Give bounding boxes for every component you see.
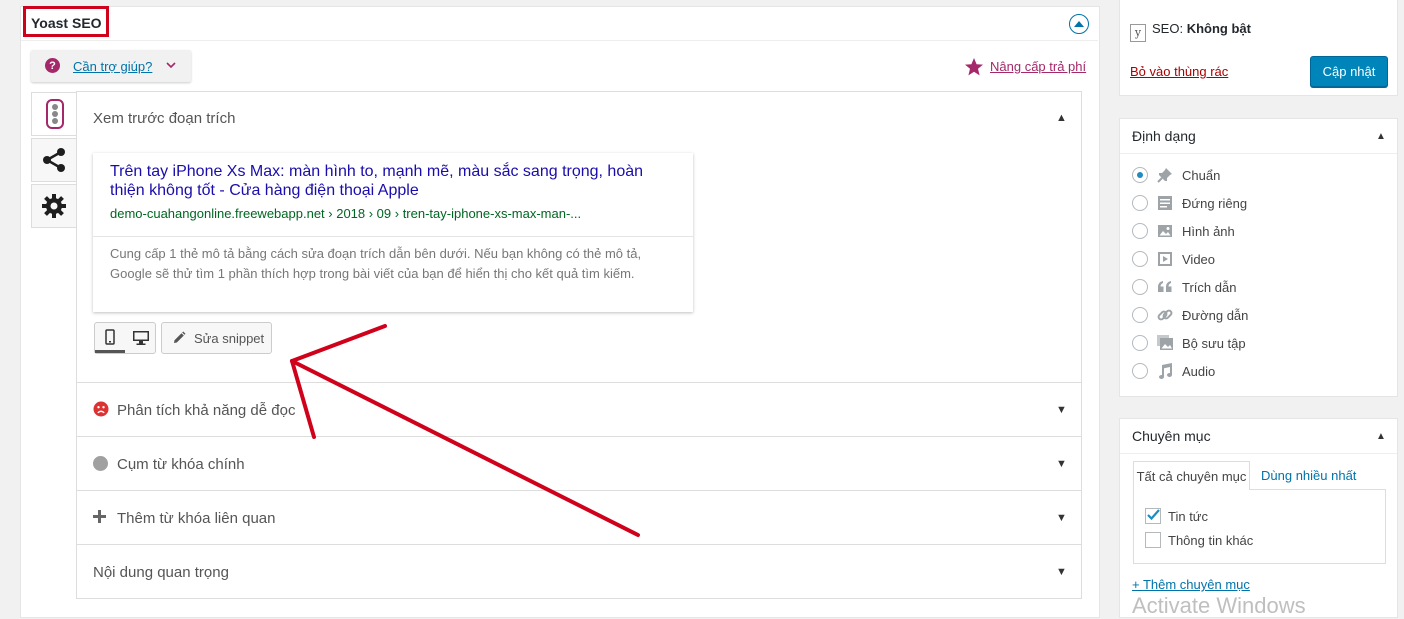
desktop-icon (133, 331, 149, 345)
snippet-preview-heading[interactable]: Xem trước đoạn trích (93, 110, 235, 127)
format-option-label: Đứng riêng (1182, 196, 1248, 211)
format-radio-quote[interactable] (1132, 279, 1148, 295)
category-checkbox-other[interactable] (1145, 532, 1161, 548)
seo-label: SEO: (1152, 21, 1184, 36)
snippet-title[interactable]: Trên tay iPhone Xs Max: màn hình to, mạn… (110, 162, 670, 200)
partial-row (1130, 0, 1133, 6)
tab-seo[interactable] (31, 92, 77, 136)
tab-most-used[interactable]: Dùng nhiều nhất (1261, 468, 1356, 483)
format-radio-video[interactable] (1132, 251, 1148, 267)
format-radio-link[interactable] (1132, 307, 1148, 323)
cornerstone-content-section[interactable]: Nội dung quan trọng (93, 564, 229, 581)
pencil-icon (174, 331, 186, 343)
divider (1120, 153, 1397, 154)
chevron-up-icon (1074, 21, 1084, 27)
edit-snippet-label: Sửa snippet (194, 330, 265, 346)
format-option-label: Video (1182, 252, 1216, 267)
divider (93, 236, 693, 237)
help-link[interactable]: Cần trợ giúp? (73, 59, 152, 74)
divider (21, 40, 1098, 41)
divider (77, 436, 1082, 437)
link-icon (1157, 309, 1173, 321)
triangle-up-icon[interactable]: ▲ (1376, 131, 1386, 142)
triangle-down-icon[interactable]: ▼ (1056, 512, 1067, 524)
format-option-label: Đường dẫn (1182, 308, 1249, 323)
quote-icon (1158, 281, 1172, 292)
related-keyphrase-section[interactable]: Thêm từ khóa liên quan (117, 510, 275, 527)
tab-advanced[interactable] (31, 184, 77, 228)
upgrade-link[interactable]: Nâng cấp trả phí (990, 59, 1086, 74)
chevron-down-icon[interactable] (164, 58, 178, 72)
star-icon (965, 58, 983, 76)
checkmark-icon (1147, 509, 1160, 521)
mobile-preview-button[interactable] (95, 323, 125, 353)
seo-status: y SEO: Không bật (1130, 21, 1251, 42)
pin-icon (1157, 168, 1172, 183)
triangle-down-icon[interactable]: ▼ (1056, 458, 1067, 470)
triangle-up-icon[interactable]: ▲ (1056, 112, 1067, 124)
share-icon (43, 148, 65, 172)
category-checkbox-news[interactable] (1145, 508, 1161, 524)
divider (77, 382, 1082, 383)
format-radio-aside[interactable] (1132, 195, 1148, 211)
video-icon (1158, 252, 1172, 266)
status-dot-icon (93, 456, 108, 471)
divider (77, 544, 1082, 545)
desktop-preview-button[interactable] (126, 323, 156, 353)
format-radio-image[interactable] (1132, 223, 1148, 239)
snippet-description[interactable]: Cung cấp 1 thẻ mô tả bằng cách sửa đoạn … (110, 244, 680, 284)
format-option-label: Chuẩn (1182, 168, 1221, 183)
category-label: Thông tin khác (1168, 533, 1254, 548)
aside-icon (1158, 196, 1172, 210)
collapse-toggle-button[interactable] (1069, 14, 1089, 34)
gallery-icon (1157, 335, 1173, 350)
image-icon (1158, 225, 1172, 237)
format-box-title[interactable]: Định dạng (1132, 128, 1196, 144)
tab-all-categories[interactable]: Tất cả chuyên mục (1133, 461, 1250, 490)
mobile-icon (105, 328, 115, 345)
readability-analysis-section[interactable]: Phân tích khả năng dễ đọc (117, 402, 295, 419)
snippet-url[interactable]: demo-cuahangonline.freewebapp.net › 2018… (110, 206, 581, 221)
format-radio-audio[interactable] (1132, 363, 1148, 379)
format-radio-standard[interactable] (1132, 167, 1148, 183)
add-category-link[interactable]: + Thêm chuyên mục (1132, 577, 1250, 592)
seo-value: Không bật (1186, 21, 1251, 36)
categories-box-title[interactable]: Chuyên mục (1132, 428, 1211, 444)
format-option-label: Audio (1182, 364, 1216, 379)
plus-icon (93, 510, 106, 523)
focus-keyphrase-section[interactable]: Cụm từ khóa chính (117, 456, 245, 473)
traffic-light-icon (45, 99, 64, 129)
tab-social[interactable] (31, 138, 77, 182)
activate-windows-watermark: Activate Windows (1132, 593, 1306, 618)
metabox-title: Yoast SEO (31, 15, 102, 31)
update-button[interactable]: Cập nhật (1310, 56, 1388, 87)
format-option-label: Bộ sưu tập (1182, 336, 1246, 351)
question-icon: ? (45, 58, 60, 73)
category-label: Tin tức (1168, 509, 1209, 524)
divider (1120, 453, 1397, 454)
format-radio-gallery[interactable] (1132, 335, 1148, 351)
divider (77, 490, 1082, 491)
format-option-label: Hình ảnh (1182, 224, 1235, 239)
sad-face-icon (93, 401, 109, 417)
triangle-down-icon[interactable]: ▼ (1056, 404, 1067, 416)
triangle-down-icon[interactable]: ▼ (1056, 566, 1067, 578)
gear-icon (42, 194, 66, 218)
music-note-icon (1159, 363, 1172, 379)
yoast-y-icon: y (1130, 24, 1146, 42)
edit-snippet-button[interactable]: Sửa snippet (161, 322, 272, 354)
format-option-label: Trích dẫn (1182, 280, 1237, 295)
category-checklist (1133, 489, 1386, 564)
triangle-up-icon[interactable]: ▲ (1376, 431, 1386, 442)
trash-link[interactable]: Bỏ vào thùng rác (1130, 64, 1228, 79)
